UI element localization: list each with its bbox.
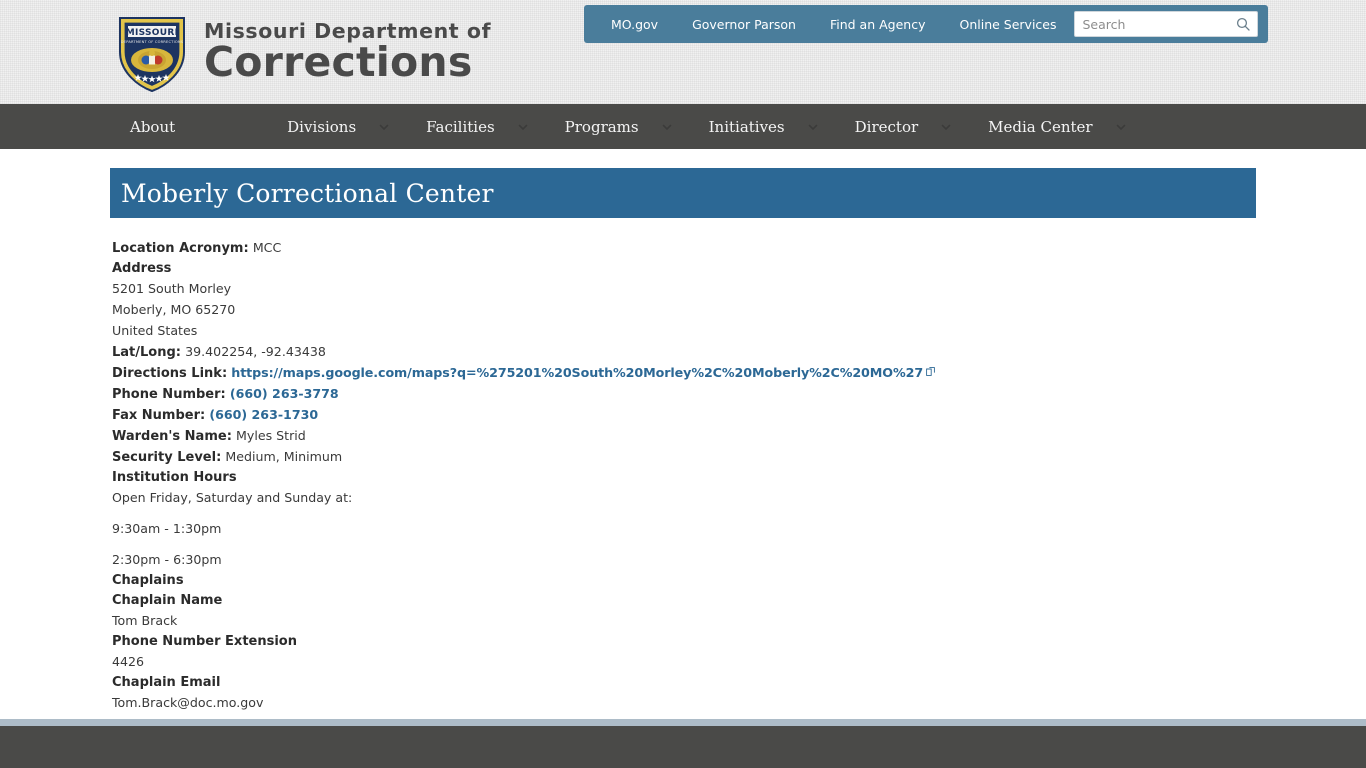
label-chaplain-name-text: Chaplain Name — [112, 593, 223, 608]
label-directions-link: Directions Link: — [112, 366, 228, 381]
hours-slot-2: 2:30pm - 6:30pm — [112, 550, 1262, 571]
field-phone-number: Phone Number: (660) 263-3778 — [112, 384, 1262, 405]
address-street: 5201 South Morley — [112, 281, 232, 296]
nav-item-media-center[interactable]: Media Center — [988, 104, 1126, 149]
nav-label-director: Director — [854, 117, 919, 136]
nav-label-programs: Programs — [564, 117, 639, 136]
label-institution-hours-text: Institution Hours — [112, 470, 237, 485]
phone-number-link[interactable]: (660) 263-3778 — [230, 386, 339, 401]
nav-label-facilities: Facilities — [426, 117, 495, 136]
missouri-doc-shield-icon: MISSOURI DEPARTMENT OF CORRECTIONS — [114, 12, 190, 94]
label-chaplains-text: Chaplains — [112, 573, 184, 588]
facility-details: Location Acronym: MCC Address 5201 South… — [112, 238, 1262, 714]
hours-slot-2-text: 2:30pm - 6:30pm — [112, 552, 222, 567]
address-line-1: 5201 South Morley — [112, 279, 1262, 300]
nav-label-media-center: Media Center — [988, 117, 1093, 136]
address-country: United States — [112, 323, 198, 338]
fax-number-link[interactable]: (660) 263-1730 — [209, 407, 318, 422]
value-chaplain-name: Tom Brack — [112, 611, 1262, 632]
address-city-state-zip: Moberly, MO 65270 — [112, 302, 236, 317]
field-location-acronym: Location Acronym: MCC — [112, 238, 1262, 259]
directions-link[interactable]: https://maps.google.com/maps?q=%275201%2… — [231, 365, 923, 380]
label-chaplain-extension-text: Phone Number Extension — [112, 634, 297, 649]
value-security-level: Medium, Minimum — [225, 449, 343, 464]
value-warden-name: Myles Strid — [236, 428, 306, 443]
search-icon[interactable] — [1236, 17, 1250, 31]
search-box[interactable] — [1073, 11, 1258, 37]
label-location-acronym: Location Acronym: — [112, 241, 249, 256]
utility-link-governor-parson[interactable]: Governor Parson — [675, 17, 813, 32]
value-chaplain-extension-text: 4426 — [112, 654, 145, 669]
nav-item-divisions[interactable]: Divisions — [287, 104, 390, 149]
chevron-down-icon[interactable] — [661, 121, 673, 133]
hours-intro-text: Open Friday, Saturday and Sunday at: — [112, 490, 353, 505]
nav-label-initiatives: Initiatives — [708, 117, 785, 136]
nav-item-about[interactable]: About — [130, 104, 175, 149]
label-chaplains: Chaplains — [112, 571, 1262, 591]
utility-link-online-services[interactable]: Online Services — [942, 17, 1073, 32]
brand-line-2: Corrections — [204, 38, 473, 87]
value-latlong: 39.402254, -92.43438 — [185, 344, 326, 359]
label-address-text: Address — [112, 261, 172, 276]
external-link-icon — [926, 367, 935, 376]
field-warden-name: Warden's Name: Myles Strid — [112, 426, 1262, 447]
page-title: Moberly Correctional Center — [121, 178, 494, 208]
value-chaplain-extension: 4426 — [112, 652, 1262, 673]
nav-item-director[interactable]: Director — [855, 104, 953, 149]
chevron-down-icon[interactable] — [517, 121, 529, 133]
field-directions-link: Directions Link: https://maps.google.com… — [112, 363, 1262, 384]
hours-slot-1-text: 9:30am - 1:30pm — [112, 521, 222, 536]
utility-link-mo-gov[interactable]: MO.gov — [594, 17, 675, 32]
svg-text:DEPARTMENT OF CORRECTIONS: DEPARTMENT OF CORRECTIONS — [121, 40, 184, 44]
nav-label-about: About — [130, 117, 176, 136]
label-phone-number: Phone Number: — [112, 387, 226, 402]
label-latlong: Lat/Long: — [112, 345, 181, 360]
value-chaplain-name-text: Tom Brack — [112, 613, 178, 628]
chevron-down-icon[interactable] — [807, 121, 819, 133]
chevron-down-icon[interactable] — [1115, 121, 1127, 133]
label-fax-number: Fax Number: — [112, 408, 206, 423]
value-chaplain-email: Tom.Brack@doc.mo.gov — [112, 693, 1262, 714]
brand-text: Missouri Department of Corrections — [204, 21, 491, 86]
svg-text:MISSOURI: MISSOURI — [126, 28, 179, 38]
page-title-banner: Moberly Correctional Center — [110, 168, 1256, 218]
address-line-2: Moberly, MO 65270 — [112, 300, 1262, 321]
nav-item-programs[interactable]: Programs — [565, 104, 673, 149]
field-fax-number: Fax Number: (660) 263-1730 — [112, 405, 1262, 426]
search-input[interactable] — [1074, 12, 1257, 36]
address-line-3: United States — [112, 321, 1262, 342]
utility-nav: MO.gov Governor Parson Find an Agency On… — [584, 5, 1268, 43]
nav-label-divisions: Divisions — [287, 117, 357, 136]
main-navigation: About Divisions Facilities Programs Init… — [0, 104, 1366, 149]
label-chaplain-extension: Phone Number Extension — [112, 632, 1262, 652]
label-address: Address — [112, 259, 1262, 279]
label-chaplain-email-text: Chaplain Email — [112, 675, 221, 690]
footer-divider — [0, 719, 1366, 726]
label-chaplain-name: Chaplain Name — [112, 591, 1262, 611]
utility-link-find-an-agency[interactable]: Find an Agency — [813, 17, 943, 32]
site-logo[interactable]: MISSOURI DEPARTMENT OF CORRECTIONS Misso… — [114, 12, 491, 94]
hours-slot-1: 9:30am - 1:30pm — [112, 519, 1262, 540]
hours-intro: Open Friday, Saturday and Sunday at: — [112, 488, 1262, 509]
nav-item-facilities[interactable]: Facilities — [426, 104, 529, 149]
site-footer — [0, 726, 1366, 768]
value-chaplain-email-text: Tom.Brack@doc.mo.gov — [112, 695, 264, 710]
chevron-down-icon[interactable] — [378, 121, 390, 133]
value-location-acronym: MCC — [252, 240, 282, 255]
field-latlong: Lat/Long: 39.402254, -92.43438 — [112, 342, 1262, 363]
label-warden-name: Warden's Name: — [112, 429, 232, 444]
label-institution-hours: Institution Hours — [112, 468, 1262, 488]
field-security-level: Security Level: Medium, Minimum — [112, 447, 1262, 468]
site-header: MISSOURI DEPARTMENT OF CORRECTIONS Misso… — [0, 0, 1366, 104]
label-security-level: Security Level: — [112, 450, 222, 465]
nav-item-initiatives[interactable]: Initiatives — [709, 104, 819, 149]
chevron-down-icon[interactable] — [940, 121, 952, 133]
label-chaplain-email: Chaplain Email — [112, 673, 1262, 693]
